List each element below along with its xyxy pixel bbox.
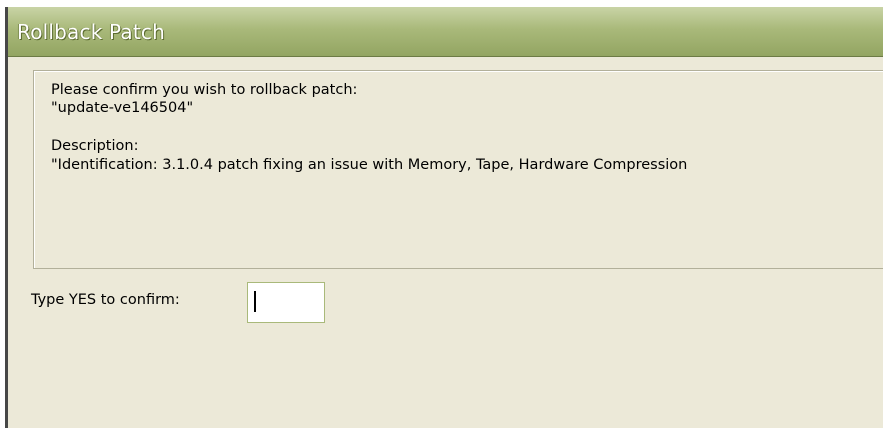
text-caret	[254, 291, 256, 312]
dialog-titlebar[interactable]: Rollback Patch	[8, 7, 883, 57]
description-text: "Identification: 3.1.0.4 patch fixing an…	[51, 157, 688, 173]
patch-name-text: "update-ve146504"	[51, 100, 194, 116]
confirm-input-label: Type YES to confirm:	[31, 292, 180, 308]
rollback-patch-dialog: Rollback Patch Please confirm you wish t…	[5, 7, 883, 428]
confirm-yes-input[interactable]	[247, 282, 325, 323]
description-label: Description:	[51, 138, 139, 154]
confirmation-message-panel: Please confirm you wish to rollback patc…	[33, 70, 883, 269]
confirm-prompt-text: Please confirm you wish to rollback patc…	[51, 82, 358, 98]
dialog-title: Rollback Patch	[17, 20, 165, 44]
